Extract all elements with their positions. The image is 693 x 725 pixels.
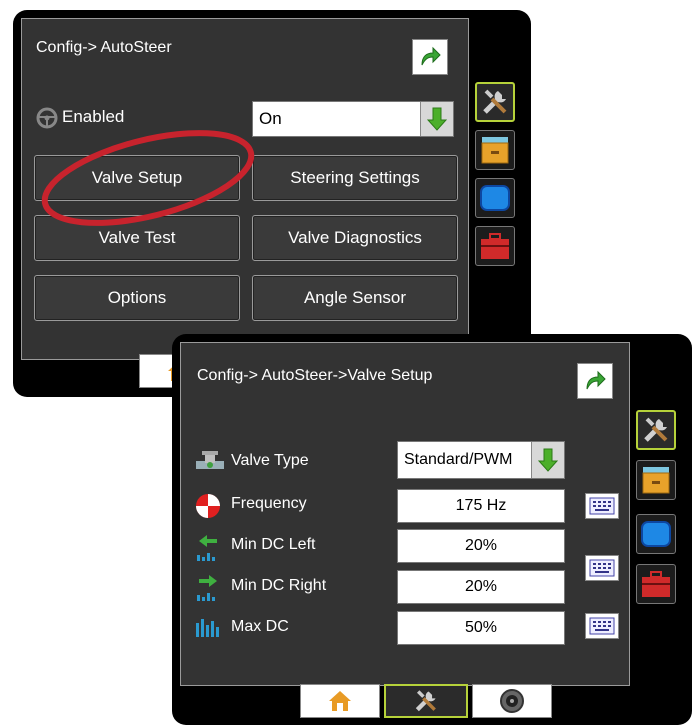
dropdown-button[interactable] — [420, 102, 453, 136]
frequency-keyboard-button[interactable] — [585, 493, 619, 519]
back-arrow-icon — [421, 46, 441, 66]
keyboard-icon — [589, 497, 615, 515]
frequency-field[interactable]: 175 Hz — [397, 489, 565, 523]
green-down-arrow-icon — [427, 107, 447, 131]
max-dc-icon — [196, 619, 219, 637]
frequency-icon — [196, 494, 220, 518]
valve-setup-panel: Config-> AutoSteer->Valve Setup Valve Ty… — [180, 342, 630, 686]
max-dc-keyboard-button[interactable] — [585, 613, 619, 639]
gauge-tab[interactable] — [472, 684, 552, 718]
toolbox-icon — [642, 571, 670, 597]
valve-icon — [196, 451, 224, 469]
steering-settings-button[interactable]: Steering Settings — [252, 155, 458, 201]
console-icon — [641, 521, 671, 547]
home-tab[interactable] — [300, 684, 380, 718]
tools-icon — [415, 690, 436, 712]
dropdown-button[interactable] — [531, 442, 564, 478]
min-dc-left-icon — [197, 535, 217, 561]
valve-setup-screen: Config-> AutoSteer->Valve Setup Valve Ty… — [172, 334, 692, 725]
keyboard-icon — [589, 559, 615, 577]
keyboard-icon — [589, 617, 615, 635]
back-arrow-icon — [586, 370, 606, 390]
valve-type-label: Valve Type — [231, 452, 309, 469]
file-cabinet-icon — [481, 137, 509, 164]
min-dc-right-label: Min DC Right — [231, 577, 327, 594]
frequency-label: Frequency — [231, 495, 307, 512]
min-dc-right-field[interactable]: 20% — [397, 570, 565, 604]
min-dc-right-icon — [197, 575, 217, 601]
tab-toolbox[interactable] — [475, 226, 515, 266]
angle-sensor-button[interactable]: Angle Sensor — [252, 275, 458, 321]
highlight-ellipse — [41, 130, 255, 226]
tab-files[interactable] — [636, 460, 676, 500]
toolbox-icon — [481, 233, 509, 259]
tab-toolbox[interactable] — [636, 564, 676, 604]
min-dc-left-label: Min DC Left — [231, 536, 316, 553]
back-button[interactable] — [412, 39, 448, 75]
max-dc-label: Max DC — [231, 618, 289, 635]
tab-console[interactable] — [636, 514, 676, 554]
tools-tab[interactable] — [384, 684, 468, 718]
valve-type-select[interactable]: Standard/PWM — [397, 441, 565, 479]
tab-tools[interactable] — [636, 410, 676, 450]
min-dc-left-field[interactable]: 20% — [397, 529, 565, 563]
gauge-icon — [500, 689, 524, 713]
tab-files[interactable] — [475, 130, 515, 170]
autosteer-panel: Config-> AutoSteer Enabled On Valve Setu… — [21, 18, 469, 360]
min-dc-keyboard-button[interactable] — [585, 555, 619, 581]
back-button[interactable] — [577, 363, 613, 399]
page-title: Config-> AutoSteer->Valve Setup — [197, 367, 433, 384]
tools-icon — [483, 89, 507, 114]
enabled-select[interactable]: On — [252, 101, 454, 137]
options-button[interactable]: Options — [34, 275, 240, 321]
home-icon — [329, 691, 351, 711]
page-title: Config-> AutoSteer — [36, 39, 172, 56]
max-dc-field[interactable]: 50% — [397, 611, 565, 645]
green-down-arrow-icon — [538, 448, 558, 472]
valve-type-value: Standard/PWM — [404, 451, 513, 468]
tools-icon — [644, 417, 668, 442]
valve-diagnostics-button[interactable]: Valve Diagnostics — [252, 215, 458, 261]
console-icon — [480, 185, 510, 211]
file-cabinet-icon — [642, 467, 670, 494]
tab-tools[interactable] — [475, 82, 515, 122]
tab-console[interactable] — [475, 178, 515, 218]
